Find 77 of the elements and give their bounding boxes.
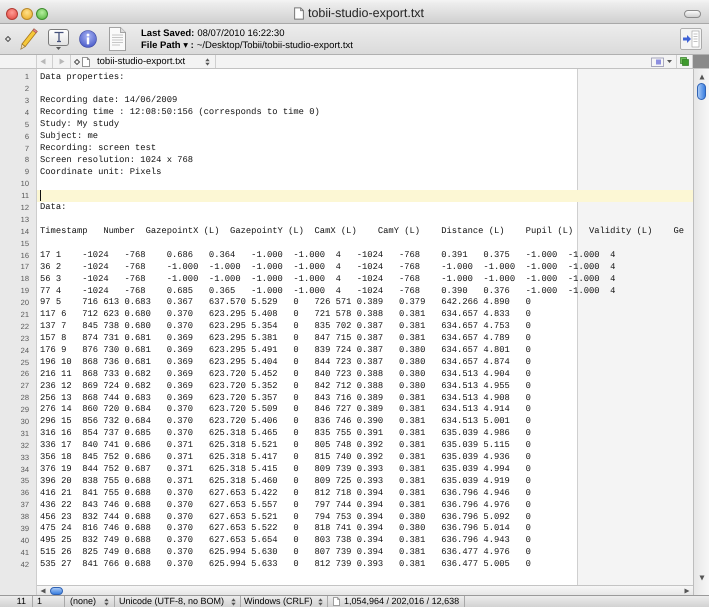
code-line: 495 25 832 749 0.688 0.370 627.653 5.654 0 803 738 0.394 0.381 636.796 4.943 0: [40, 536, 531, 546]
text-cursor: [40, 190, 41, 202]
code-line: 475 24 816 746 0.688 0.370 627.653 5.522 0 818 741 0.394 0.380 636.796 5.014 0: [40, 524, 531, 534]
code-line: 216 11 868 733 0.682 0.369 623.720 5.452 0 840 723 0.388 0.380 634.513 4.904 0: [40, 370, 531, 379]
code-line: Recording time : 12:08:50:156 (corresponds to time 0): [40, 108, 320, 118]
file-path-label[interactable]: File Path ▾ :: [141, 40, 194, 50]
diamond-icon: [5, 36, 11, 42]
updown-arrows-icon: [104, 598, 109, 606]
last-saved-label: Last Saved:: [141, 28, 194, 38]
scrollbar-thumb[interactable]: [50, 586, 63, 594]
file-path-value: ~/Desktop/Tobii/tobii-studio-export.txt: [196, 40, 353, 50]
language-selector[interactable]: (none): [65, 596, 115, 607]
info-icon[interactable]: [79, 30, 97, 48]
code-line: 36 2 -1024 -768 -1.000 -1.000 -1.000 -1.000 4 -1024 -768 -1.000 -1.000 -1.000 -1.000 4: [40, 262, 616, 272]
code-line: 56 3 -1024 -768 -1.000 -1.000 -1.000 -1.000 4 -1024 -768 -1.000 -1.000 -1.000 -1.000 4: [40, 274, 616, 284]
document-selector[interactable]: tobii-studio-export.txt: [97, 55, 216, 68]
code-line: Coordinate unit: Pixels: [40, 168, 162, 176]
vertical-scrollbar[interactable]: [693, 69, 709, 595]
text-options-icon[interactable]: [48, 28, 69, 50]
code-line: 117 6 712 623 0.680 0.370 623.295 5.408 0 721 578 0.388 0.381 634.657 4.833 0: [40, 310, 531, 320]
code-line: 236 12 869 724 0.682 0.369 623.720 5.352 0 842 712 0.388 0.380 634.513 4.955 0: [40, 382, 531, 390]
code-line: Data properties:: [40, 72, 124, 82]
updown-arrows-icon: [205, 58, 210, 66]
updown-arrows-icon: [318, 598, 323, 606]
down-arrow-icon[interactable]: [698, 575, 704, 581]
text-editor-area[interactable]: [37, 69, 693, 585]
line-endings-selector[interactable]: Windows (CRLF): [241, 596, 328, 607]
code-line: 97 5 716 613 0.683 0.367 637.570 5.529 0 726 571 0.389 0.379 642.266 4.890 0: [40, 298, 531, 308]
up-arrow-icon[interactable]: [698, 74, 704, 80]
code-line: Recording: screen test: [40, 144, 156, 153]
code-line: 416 21 841 755 0.688 0.370 627.653 5.422 0 812 718 0.394 0.381 636.796 4.946 0: [40, 488, 531, 498]
code-line: 436 22 843 746 0.688 0.370 627.653 5.557 0 797 744 0.394 0.381 636.796 4.976 0: [40, 500, 531, 510]
diamond-icon: [74, 58, 80, 64]
updown-arrows-icon: [231, 598, 236, 606]
horizontal-scrollbar[interactable]: [37, 585, 693, 595]
document-icon[interactable]: [109, 27, 126, 51]
code-line: Data:: [40, 203, 66, 212]
code-line: 396 20 838 755 0.688 0.371 625.318 5.460 0 809 725 0.393 0.381 635.039 4.919 0: [40, 476, 531, 486]
encoding-selector[interactable]: Unicode (UTF-8, no BOM): [115, 596, 241, 607]
right-arrow-icon[interactable]: [684, 588, 690, 594]
code-line: 137 7 845 738 0.680 0.370 623.295 5.354 0 835 702 0.387 0.381 634.657 4.753 0: [40, 322, 531, 332]
code-line: 17 1 -1024 -768 0.686 0.364 -1.000 -1.000 4 -1024 -768 0.391 0.375 -1.000 -1.000 4: [40, 250, 616, 260]
code-line: 256 13 868 744 0.683 0.369 623.720 5.357 0 843 716 0.389 0.381 634.513 4.908 0: [40, 394, 531, 402]
code-line: 276 14 860 720 0.684 0.370 623.720 5.509 0 846 727 0.389 0.381 634.513 4.914 0: [40, 405, 531, 414]
code-line: 316 16 854 737 0.685 0.370 625.318 5.465 0 835 755 0.391 0.381 635.039 4.986 0: [40, 429, 531, 438]
code-line: Subject: me: [40, 132, 98, 141]
cursor-column-indicator: 1: [37, 597, 42, 606]
code-line: 296 15 856 732 0.684 0.370 623.720 5.406 0 836 746 0.390 0.381 634.513 5.001 0: [40, 417, 531, 426]
document-icon: [294, 7, 304, 20]
code-line: 456 23 832 744 0.688 0.370 627.653 5.521 0 794 753 0.394 0.380 636.796 5.092 0: [40, 512, 531, 522]
cursor-line-indicator: 11: [16, 597, 26, 606]
code-line: 356 18 845 752 0.686 0.371 625.318 5.417 0 815 740 0.392 0.381 635.039 4.936 0: [40, 453, 531, 462]
code-line: 535 27 841 766 0.688 0.370 625.994 5.633 0 812 739 0.393 0.381 636.477 5.005 0: [40, 560, 531, 569]
minimize-button[interactable]: [21, 8, 33, 20]
code-line: Study: My study: [40, 120, 120, 129]
code-line: 157 8 874 731 0.681 0.369 623.295 5.381 0 847 715 0.387 0.381 634.657 4.789 0: [40, 334, 531, 343]
code-line: 515 26 825 749 0.688 0.370 625.994 5.630 0 807 739 0.394 0.381 636.477 4.976 0: [40, 548, 531, 557]
code-line: 77 4 -1024 -768 0.685 0.365 -1.000 -1.000 4 -1024 -768 0.390 0.376 -1.000 -1.000 4: [40, 286, 616, 296]
pencil-icon[interactable]: [20, 28, 38, 50]
code-line: 336 17 840 741 0.686 0.371 625.318 5.521 0 805 748 0.392 0.381 635.039 5.115 0: [40, 441, 531, 450]
code-line: Timestamp Number GazepointX (L) GazepointY (L) CamX (L) CamY (L) Distance (L) Pupil (L) Validity (L) Ge: [40, 227, 684, 236]
zoom-button[interactable]: [36, 8, 48, 20]
document-counts: 1,054,964 / 202,016 / 12,638: [344, 597, 460, 606]
stacked-squares-icon[interactable]: [680, 57, 689, 66]
document-icon: [333, 597, 340, 606]
close-button[interactable]: [6, 8, 18, 20]
left-arrow-icon[interactable]: [40, 588, 46, 594]
toolbar-toggle-button[interactable]: [684, 10, 701, 18]
scrollbar-thumb[interactable]: [697, 83, 706, 100]
caret-icon[interactable]: [667, 60, 672, 63]
last-saved-value: 08/07/2010 16:22:30: [197, 28, 284, 38]
code-line: Recording date: 14/06/2009: [40, 96, 178, 106]
code-line: 196 10 868 736 0.681 0.369 623.295 5.404 0 844 723 0.387 0.380 634.657 4.874 0: [40, 358, 531, 367]
window-title: tobii-studio-export.txt: [308, 7, 424, 20]
code-line: 176 9 876 730 0.681 0.369 623.295 5.491 0 839 724 0.387 0.380 634.657 4.801 0: [40, 346, 531, 355]
code-line: 376 19 844 752 0.687 0.371 625.318 5.415 0 809 739 0.393 0.381 635.039 4.994 0: [40, 464, 531, 474]
code-line: Screen resolution: 1024 x 768: [40, 156, 194, 165]
